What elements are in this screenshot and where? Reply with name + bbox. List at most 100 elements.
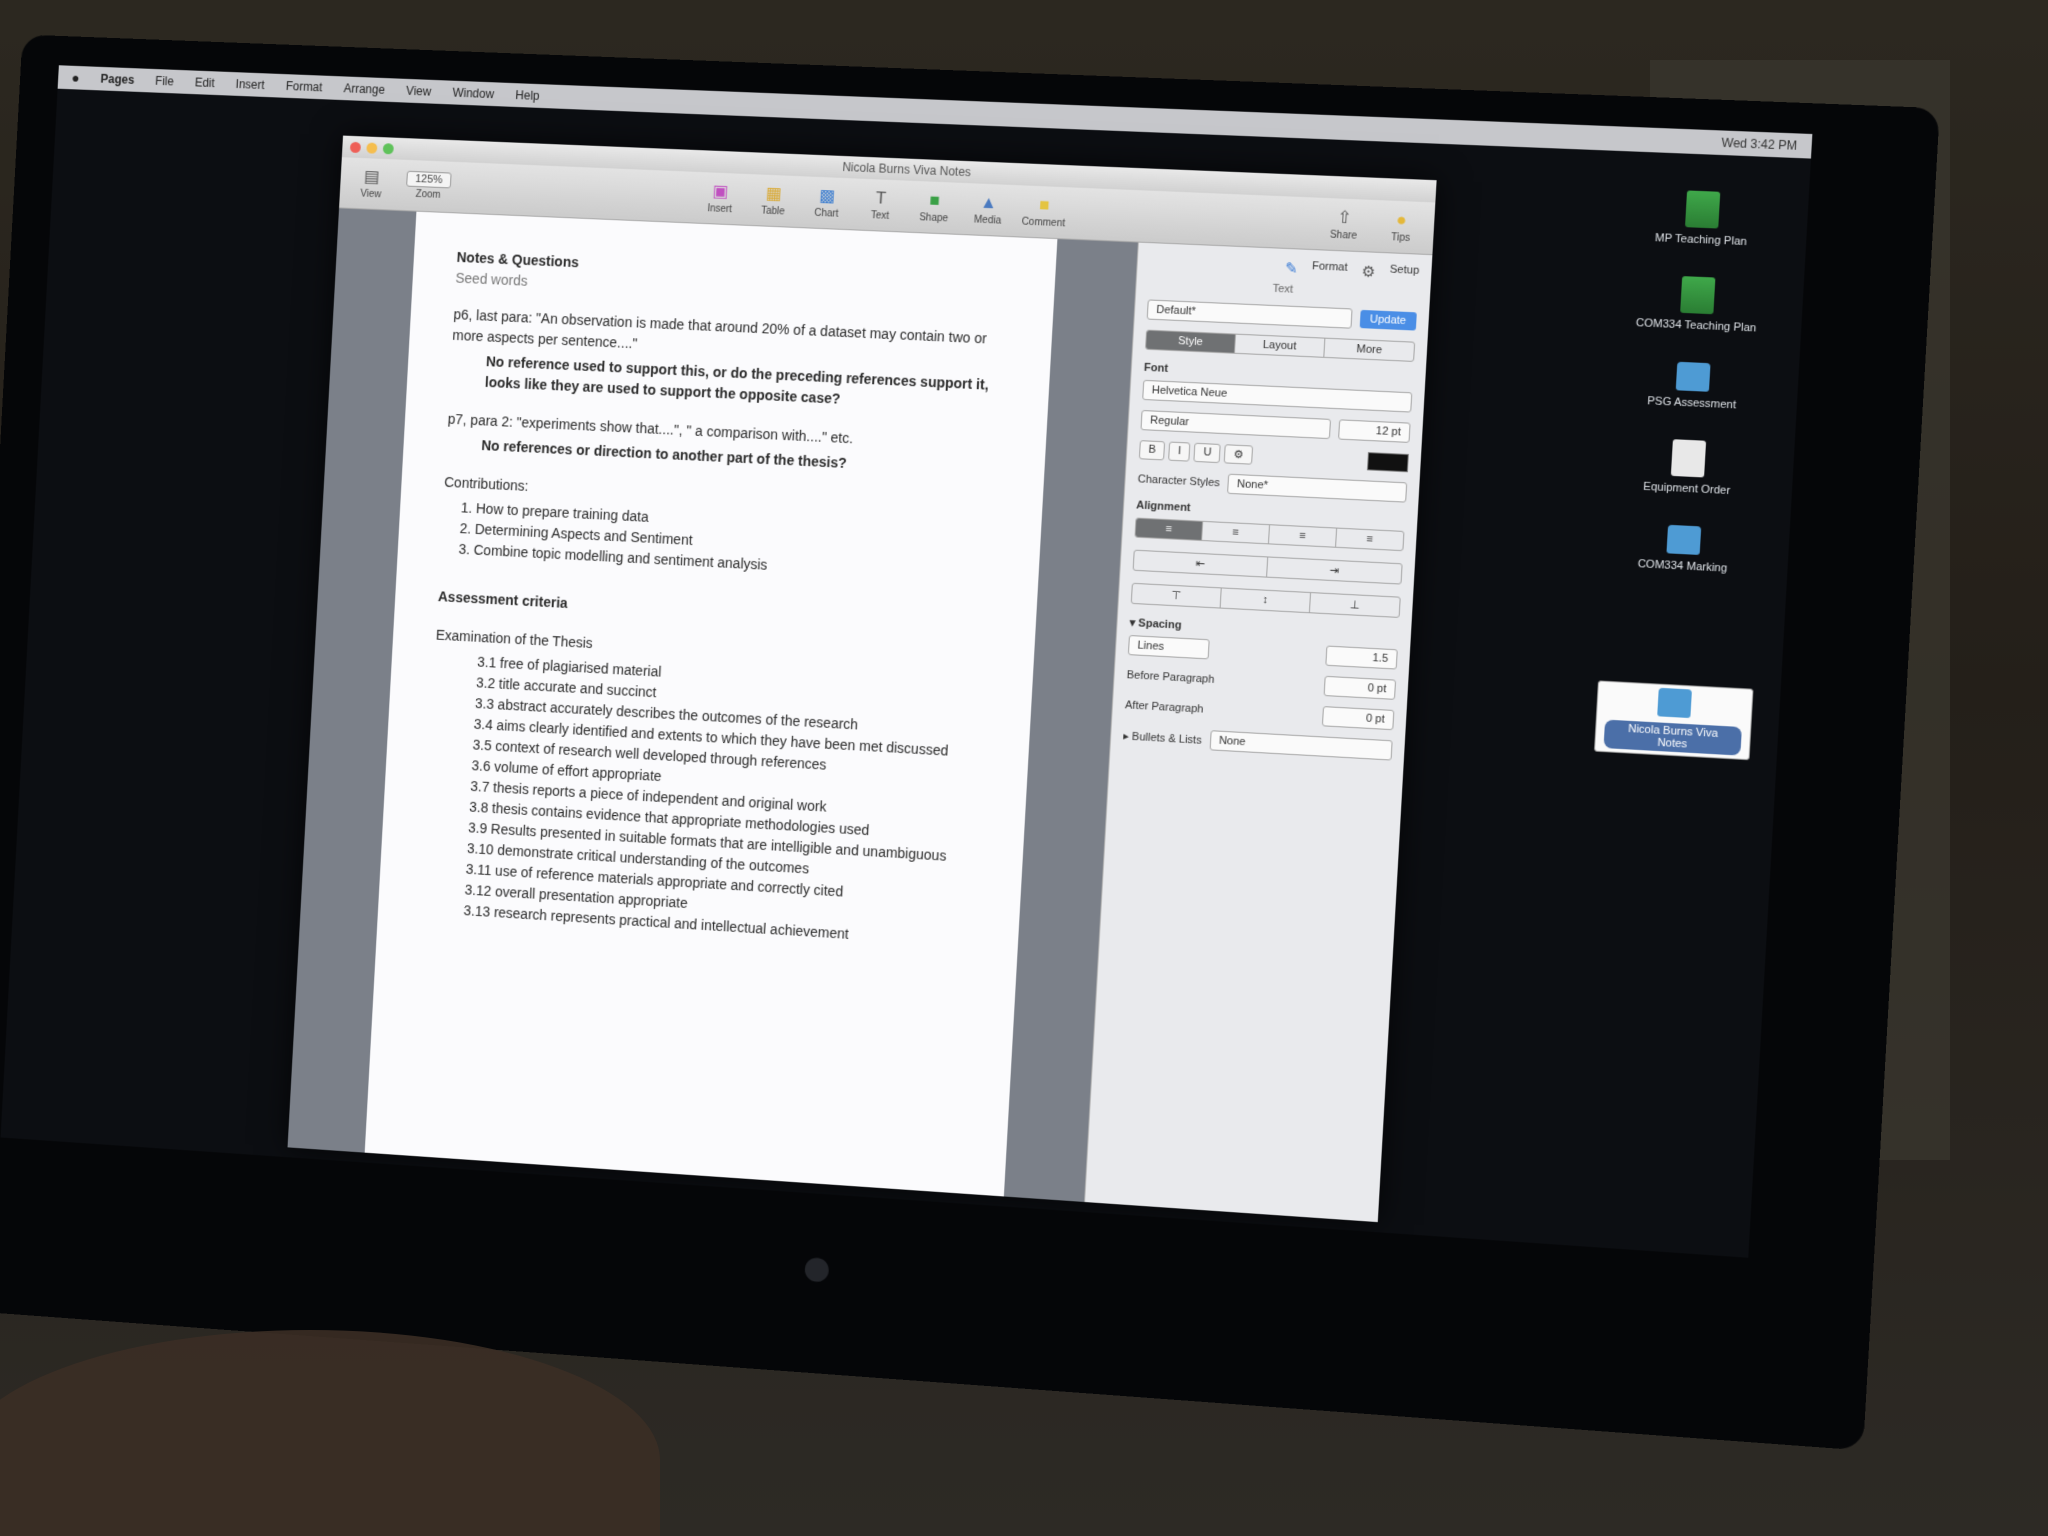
align-justify-icon[interactable]: ≡ <box>1336 529 1403 551</box>
italic-button[interactable]: I <box>1168 442 1190 462</box>
chart-icon: ▩ <box>819 186 836 207</box>
spacing-label-text: Spacing <box>1138 617 1182 631</box>
menubar-clock[interactable]: Wed 3:42 PM <box>1721 136 1812 154</box>
menu-window[interactable]: Window <box>452 86 494 101</box>
format-inspector: ✎ Format ⚙ Setup Text Default* Update St… <box>1084 243 1432 1223</box>
after-paragraph-label: After Paragraph <box>1125 699 1204 715</box>
underline-button[interactable]: U <box>1194 443 1221 463</box>
segment-layout[interactable]: Layout <box>1235 335 1325 357</box>
menu-help[interactable]: Help <box>515 88 540 103</box>
insert-icon: ▣ <box>712 182 729 203</box>
tips-button[interactable]: ● Tips <box>1380 209 1423 244</box>
paragraph-style-select[interactable]: Default* <box>1147 299 1352 328</box>
window-content: Notes & Questions Seed words p6, last pa… <box>288 208 1433 1222</box>
spacing-mode-select[interactable]: Lines <box>1128 635 1210 659</box>
text-label: Text <box>870 210 889 222</box>
folder-icon <box>1657 688 1692 718</box>
menu-app-pages[interactable]: Pages <box>100 72 134 87</box>
text-format-buttons: B I U ⚙ <box>1139 440 1254 465</box>
zoom-window-button[interactable] <box>383 143 394 154</box>
share-label: Share <box>1330 230 1358 242</box>
desktop-icons: MP Teaching Plan COM334 Teaching Plan PS… <box>1594 188 1782 760</box>
document-file-icon <box>1671 439 1706 477</box>
before-paragraph-label: Before Paragraph <box>1126 669 1214 686</box>
after-paragraph-field[interactable]: 0 pt <box>1322 706 1395 730</box>
align-top-icon[interactable]: ⊤ <box>1132 584 1222 608</box>
character-styles-label: Character Styles <box>1137 473 1220 489</box>
menu-edit[interactable]: Edit <box>194 76 215 91</box>
inspector-tab-setup[interactable]: Setup <box>1389 264 1419 283</box>
desktop-item-com334-teaching-plan[interactable]: COM334 Teaching Plan <box>1618 273 1777 335</box>
align-center-icon[interactable]: ≡ <box>1202 522 1270 544</box>
text-color-well[interactable] <box>1367 452 1409 472</box>
bullets-lists-select[interactable]: None <box>1209 730 1392 760</box>
menu-view[interactable]: View <box>406 84 432 99</box>
comment-label: Comment <box>1021 217 1065 230</box>
criteria-list: 3.1 free of plagiarised material 3.2 tit… <box>420 649 988 952</box>
segment-more[interactable]: More <box>1324 339 1414 361</box>
desktop-item-label: COM334 Marking <box>1637 558 1727 575</box>
menu-arrange[interactable]: Arrange <box>343 81 385 96</box>
text-options-button[interactable]: ⚙ <box>1224 444 1253 465</box>
bold-button[interactable]: B <box>1139 440 1166 460</box>
desktop-item-label: Nicola Burns Viva Notes <box>1603 720 1741 756</box>
desktop-item-com334-marking[interactable]: COM334 Marking <box>1604 522 1762 577</box>
toolbar-insert-group: ▣ Insert ▦ Table ▩ Chart T Text ■ Shape … <box>700 181 1067 229</box>
chart-button[interactable]: ▩ Chart <box>806 186 847 221</box>
font-family-select[interactable]: Helvetica Neue <box>1142 380 1412 413</box>
align-right-icon[interactable]: ≡ <box>1269 525 1337 547</box>
desktop-item-mp-teaching-plan[interactable]: MP Teaching Plan <box>1623 188 1782 250</box>
desktop-item-label: Equipment Order <box>1643 481 1731 497</box>
apple-menu-icon[interactable]: ● <box>71 70 80 86</box>
share-icon: ⇧ <box>1337 208 1353 229</box>
line-spacing-field[interactable]: 1.5 <box>1325 646 1398 670</box>
pages-window: Nicola Burns Viva Notes ▤ View 125% Zoom… <box>288 136 1437 1223</box>
desktop-item-equipment-order[interactable]: Equipment Order <box>1609 436 1768 499</box>
decrease-indent-icon[interactable]: ⇤ <box>1134 551 1269 577</box>
shape-icon: ■ <box>929 191 940 211</box>
folder-icon <box>1676 362 1711 392</box>
share-button[interactable]: ⇧ Share <box>1323 207 1366 242</box>
desktop-item-viva-notes[interactable]: Nicola Burns Viva Notes <box>1594 680 1754 760</box>
menu-insert[interactable]: Insert <box>235 77 265 92</box>
lightbulb-icon: ● <box>1396 210 1408 231</box>
update-style-button[interactable]: Update <box>1359 310 1417 331</box>
document-title: Nicola Burns Viva Notes <box>842 160 971 179</box>
table-label: Table <box>761 205 785 217</box>
menu-format[interactable]: Format <box>285 79 322 94</box>
zoom-select[interactable]: 125% <box>406 171 452 189</box>
character-styles-select[interactable]: None* <box>1227 474 1407 503</box>
bullets-lists-label[interactable]: ▸ Bullets & Lists <box>1123 729 1202 746</box>
desktop-item-psg-assessment[interactable]: PSG Assessment <box>1614 359 1772 413</box>
monitor-bezel: ● Pages File Edit Insert Format Arrange … <box>0 35 1940 1451</box>
before-paragraph-field[interactable]: 0 pt <box>1324 676 1397 700</box>
inspector-tab-format[interactable]: Format <box>1311 260 1347 280</box>
zoom-control[interactable]: 125% Zoom <box>405 171 451 201</box>
shape-button[interactable]: ■ Shape <box>913 190 955 225</box>
bullets-lists-label-text: Bullets & Lists <box>1132 730 1202 746</box>
spreadsheet-file-icon <box>1680 276 1715 314</box>
minimize-window-button[interactable] <box>366 142 377 153</box>
insert-button[interactable]: ▣ Insert <box>700 181 741 215</box>
increase-indent-icon[interactable]: ⇥ <box>1267 557 1401 583</box>
document-page[interactable]: Notes & Questions Seed words p6, last pa… <box>365 212 1058 1197</box>
comment-button[interactable]: ■ Comment <box>1021 194 1066 229</box>
menu-file[interactable]: File <box>155 74 174 88</box>
view-button[interactable]: ▤ View <box>351 167 391 201</box>
view-button-label: View <box>360 189 381 201</box>
table-button[interactable]: ▦ Table <box>753 183 794 218</box>
align-left-icon[interactable]: ≡ <box>1136 519 1204 540</box>
inspector-segment: Style Layout More <box>1145 330 1415 362</box>
gear-icon[interactable]: ⚙ <box>1361 262 1376 281</box>
text-button[interactable]: T Text <box>860 188 902 223</box>
media-button[interactable]: ▲ Media <box>967 192 1009 227</box>
paintbrush-icon[interactable]: ✎ <box>1284 259 1298 278</box>
font-weight-select[interactable]: Regular <box>1140 410 1331 439</box>
media-icon: ▲ <box>980 193 998 214</box>
align-middle-icon[interactable]: ↕ <box>1221 588 1311 612</box>
align-bottom-icon[interactable]: ⊥ <box>1310 593 1400 617</box>
segment-style[interactable]: Style <box>1146 331 1236 353</box>
font-size-field[interactable]: 12 pt <box>1338 419 1411 443</box>
zoom-label: Zoom <box>415 189 440 201</box>
close-window-button[interactable] <box>350 141 361 152</box>
